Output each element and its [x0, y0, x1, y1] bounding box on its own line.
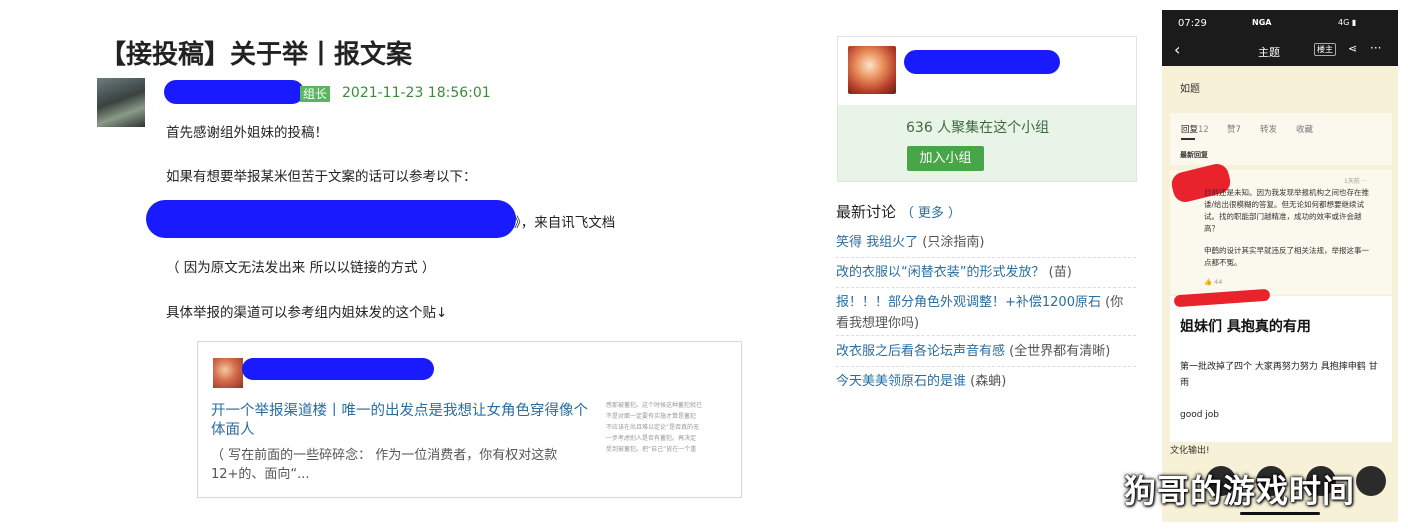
embed-description: （ 写在前面的一些碎碎念： 作为一位消费者，你有权对这款12+的、面向“...: [211, 448, 558, 482]
tab-favorite[interactable]: 收藏: [1296, 123, 1313, 135]
redacted-group-name: [904, 50, 1060, 74]
host-only-toggle[interactable]: 楼主: [1314, 43, 1336, 56]
discussion-author: (苗): [1048, 265, 1072, 280]
battery-icon: ▮: [1351, 18, 1357, 27]
quoted-post-footer: good job: [1180, 410, 1220, 420]
discussion-title[interactable]: 改衣服之后看各论坛声音有感: [836, 344, 1005, 359]
post-paragraph: 具体举报的渠道可以参考组内姐妹发的这个贴↓: [166, 305, 448, 321]
embed-preview-line: 不是对面一定要有实施才算是蓄犯: [606, 413, 697, 420]
phone-screenshot: 07:29 NGA 4G ▮ ‹ 主题 楼主 ⋖ ··· 如题 回复12 赞7 …: [1162, 10, 1398, 522]
like-count: 44: [1214, 278, 1223, 286]
embed-title-link[interactable]: 开一个举报渠道楼丨唯一的出发点是我想让女角色穿得像个体面人: [211, 402, 596, 440]
embed-preview-line: 受到被蓄犯。把“自己”放在一个重: [606, 446, 697, 453]
discussions-heading: 最新讨论 （ 更多 ）: [836, 201, 961, 222]
home-indicator: [1240, 512, 1320, 515]
redacted-embed-author: [242, 358, 434, 380]
tab-forward[interactable]: 转发: [1260, 123, 1277, 135]
reply-paragraph: 目前还是未知。因为我发现举报机构之间也存在推诿/给出很模糊的答复。但无论如何都想…: [1204, 188, 1369, 233]
redacted-author-name: [164, 80, 304, 104]
tab-label: 回复: [1181, 125, 1199, 135]
group-member-count: 636 人聚集在这个小组: [906, 120, 1050, 136]
signal-label: 4G: [1338, 18, 1350, 27]
discussion-author: (全世界都有清晰): [1009, 344, 1111, 359]
embed-preview-line: 不应该在尚且难以定论“是否真的无: [606, 424, 700, 431]
tab-likes[interactable]: 赞7: [1227, 123, 1241, 135]
discussion-item[interactable]: 报！！！部分角色外观调整！+补偿1200原石 (你看我想理你吗): [836, 292, 1136, 336]
quoted-post-title: 姐妹们 具抱真的有用: [1180, 319, 1311, 335]
signal-indicator: 4G ▮: [1338, 18, 1356, 27]
redacted-document-link[interactable]: [146, 200, 516, 238]
quoted-post-body: 第一批改掉了四个 大家再努力努力 具抱摔申鹤 甘雨: [1180, 362, 1378, 388]
discussion-item[interactable]: 改衣服之后看各论坛声音有感 (全世界都有清晰): [836, 341, 1136, 367]
phone-page-title: 主题: [1258, 46, 1280, 59]
embed-author-avatar: [213, 358, 243, 388]
role-badge: 组长: [300, 86, 331, 102]
phone-time: 07:29: [1178, 18, 1207, 29]
discussion-item[interactable]: 改的衣服以“闲替衣装”的形式发放？ (苗): [836, 262, 1136, 288]
phone-footer-text: 文化输出!: [1170, 446, 1210, 456]
discussion-item[interactable]: 今天美美领原石的是谁 (森蚺): [836, 371, 1136, 397]
join-group-button[interactable]: 加入小组: [907, 146, 984, 171]
reply-more-icon[interactable]: ···: [1362, 178, 1368, 185]
group-avatar[interactable]: [848, 46, 896, 94]
post-title: 【接投稿】关于举丨报文案: [100, 40, 413, 70]
discussion-author: (只涂指南): [922, 235, 985, 250]
post-paragraph: 首先感谢组外姐妹的投稿！: [166, 125, 328, 141]
action-button[interactable]: [1356, 466, 1386, 496]
post-date: 2021-11-23 18:56:01: [342, 85, 491, 101]
embed-preview-line: 一步考虑别人是否有蓄犯。再决定: [606, 435, 697, 442]
post-paragraph: 如果有想要举报某米但苦于文案的话可以参考以下：: [166, 169, 477, 185]
share-icon[interactable]: ⋖: [1348, 42, 1357, 55]
app-badge: NGA: [1252, 18, 1272, 27]
reply-time-text: 1天前: [1344, 178, 1360, 185]
embed-preview-line: 感那被蓄犯。这个时候这种蓄犯就已: [606, 402, 703, 409]
latest-replies-label: 最新回复: [1180, 151, 1208, 159]
discussion-title[interactable]: 今天美美领原石的是谁: [836, 374, 966, 389]
reply-timestamp: 1天前 ···: [1344, 176, 1367, 185]
topic-body: 如题: [1180, 84, 1200, 95]
tab-replies[interactable]: 回复12: [1181, 123, 1209, 135]
discussion-author: (森蚺): [970, 374, 1007, 389]
discussions-more-link[interactable]: （ 更多 ）: [901, 206, 961, 221]
discussion-title[interactable]: 报！！！部分角色外观调整！+补偿1200原石: [836, 295, 1101, 310]
author-avatar[interactable]: [97, 78, 145, 127]
thumbs-up-icon: 👍: [1204, 278, 1213, 286]
discussion-title[interactable]: 笑得 我组火了: [836, 235, 918, 250]
reply-text: 目前还是未知。因为我发现举报机构之间也存在推诿/给出很模糊的答复。但无论如何都想…: [1204, 187, 1374, 269]
tab-label: 赞: [1227, 125, 1236, 135]
post-paragraph: （ 因为原文无法发出来 所以以链接的方式 ）: [166, 260, 436, 276]
watermark: 狗哥的游戏时间: [1124, 472, 1356, 510]
active-tab-indicator: [1181, 138, 1195, 140]
tab-count: 12: [1198, 125, 1209, 135]
discussions-title: 最新讨论: [836, 203, 897, 221]
discussion-item[interactable]: 笑得 我组火了 (只涂指南): [836, 232, 1136, 258]
like-counter[interactable]: 👍 44: [1204, 278, 1222, 286]
more-menu-icon[interactable]: ···: [1370, 41, 1381, 55]
tab-count: 7: [1235, 125, 1241, 135]
reply-paragraph: 申鹤的设计其实早就违反了相关法规，举报这事一点都不冤。: [1204, 246, 1369, 267]
post-paragraph: 》，来自讯飞文档: [514, 215, 616, 231]
chevron-left-icon[interactable]: ‹: [1174, 40, 1180, 59]
discussion-title[interactable]: 改的衣服以“闲替衣装”的形式发放？: [836, 265, 1044, 280]
embed-preview-image: 感那被蓄犯。这个时候这种蓄犯就已 不是对面一定要有实施才算是蓄犯 不应该在尚且难…: [606, 400, 730, 455]
